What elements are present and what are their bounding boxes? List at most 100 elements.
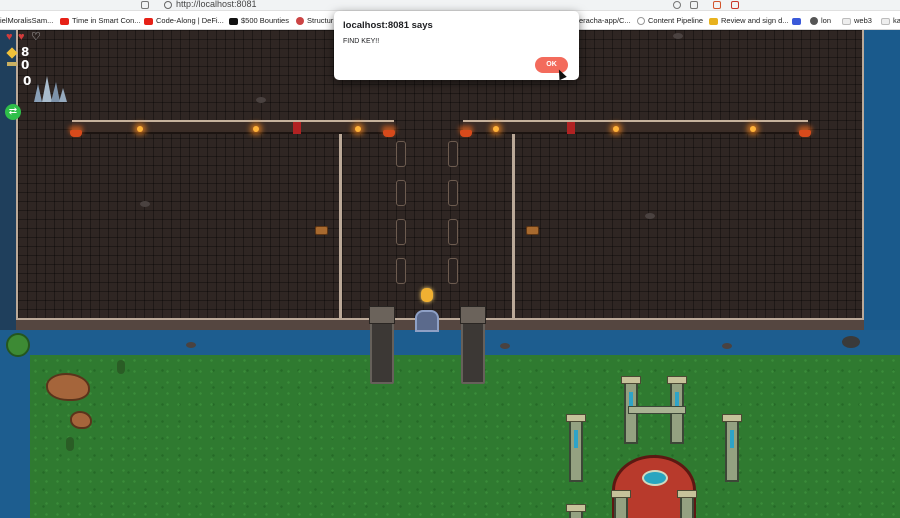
- column-cap: [677, 490, 697, 498]
- dungeon-door[interactable]: [415, 310, 439, 332]
- key-count: 0: [21, 58, 30, 72]
- boulder-icon: [70, 411, 92, 429]
- pillar-icon: [396, 219, 406, 245]
- url-text[interactable]: http://localhost:8081: [176, 0, 257, 9]
- game-canvas[interactable]: ♥ ♥ ♡ 8 0 ⇄ 0: [0, 30, 900, 518]
- bookmark-label: Content Pipeline: [648, 16, 704, 25]
- pillar-icon: [448, 219, 458, 245]
- brazier-icon: [799, 130, 811, 137]
- rock-icon: [645, 213, 655, 219]
- bookmark-item[interactable]: Structur: [296, 15, 333, 27]
- bookmark-label: $500 Bounties: [241, 16, 289, 25]
- search-icon[interactable]: [673, 1, 681, 9]
- bookmark-label: ka: [893, 16, 900, 25]
- dungeon-ledge: [16, 318, 864, 330]
- bookmark-item[interactable]: eracha-app/C...: [579, 15, 631, 27]
- swap-icon[interactable]: ⇄: [5, 104, 21, 120]
- gate-pillar: [460, 306, 486, 384]
- bookmark-label: lon: [821, 16, 832, 25]
- pillar-icon: [396, 258, 406, 284]
- alert-dialog: localhost:8081 says FIND KEY!! OK: [334, 11, 579, 80]
- brazier-icon: [383, 130, 395, 137]
- bookmark-label: Review and sign d...: [721, 16, 789, 25]
- brazier-icon: [460, 130, 472, 137]
- torch-icon: [493, 126, 499, 132]
- rock-icon: [673, 33, 683, 39]
- bookmark-label: Code-Along | DeFi...: [156, 16, 224, 25]
- rock-icon: [500, 343, 510, 349]
- torch-icon: [137, 126, 143, 132]
- ruin-column: [566, 504, 586, 518]
- pillar-icon: [448, 141, 458, 167]
- rock-icon: [186, 342, 196, 348]
- rock-icon: [140, 201, 150, 207]
- folder-icon: [842, 17, 851, 25]
- bookmark-item[interactable]: ielMoralisSam...: [0, 15, 53, 27]
- doc-icon: [637, 17, 645, 26]
- ruin-column: [677, 490, 697, 518]
- rock-icon: [722, 343, 732, 349]
- dungeon-wall: [463, 120, 808, 134]
- column-cap: [722, 414, 742, 422]
- fountain-pool: [642, 470, 668, 486]
- blue-square-icon: [792, 17, 801, 25]
- bookmark-label: eracha-app/C...: [579, 16, 631, 25]
- coin-count: 8: [21, 45, 30, 59]
- column-cap: [667, 376, 687, 384]
- ruin-column: [611, 490, 631, 518]
- bookmark-item[interactable]: Content Pipeline: [637, 15, 703, 27]
- banner-icon: [293, 122, 301, 134]
- column-rune: [574, 430, 578, 448]
- tree-icon: [6, 333, 30, 357]
- site-info-icon[interactable]: [164, 1, 172, 9]
- bookmark-item[interactable]: lon: [810, 15, 831, 27]
- globe-icon: [810, 17, 818, 26]
- heart-full-icon: ♥: [18, 31, 25, 43]
- chest-icon[interactable]: [315, 226, 328, 235]
- gate-pillar-cap: [460, 306, 486, 324]
- chest-icon[interactable]: [526, 226, 539, 235]
- pillar-icon: [396, 180, 406, 206]
- rock-icon: [842, 336, 860, 348]
- torch-icon: [750, 126, 756, 132]
- bookmark-item[interactable]: Code-Along | DeFi...: [144, 15, 224, 27]
- dungeon-wall: [512, 134, 515, 320]
- water-right: [862, 30, 900, 355]
- gate-pillar-cap: [369, 306, 395, 324]
- key-icon: [7, 62, 17, 66]
- extension-icon[interactable]: [713, 1, 721, 9]
- alert-icon[interactable]: [731, 1, 739, 9]
- dialog-message: FIND KEY!!: [343, 38, 380, 45]
- player-character: [421, 288, 433, 302]
- torch-icon: [253, 126, 259, 132]
- rock-icon: [256, 97, 266, 103]
- dialog-title: localhost:8081 says: [343, 20, 433, 31]
- ruin-arch: [628, 406, 686, 414]
- bookmark-item[interactable]: web3: [842, 15, 872, 27]
- ruin-column: [722, 414, 742, 482]
- ruin-column: [566, 414, 586, 482]
- bookmark-label: Structur: [307, 16, 334, 25]
- bookmark-item[interactable]: [792, 15, 804, 27]
- dungeon-wall: [339, 134, 342, 320]
- bookmark-item[interactable]: Review and sign d...: [709, 15, 789, 27]
- bookmark-label: ielMoralisSam...: [0, 16, 54, 25]
- share-icon[interactable]: [690, 1, 698, 9]
- download-icon: [709, 17, 718, 25]
- bookmark-item[interactable]: $500 Bounties: [229, 15, 289, 27]
- bookmark-item[interactable]: ka: [881, 15, 900, 27]
- dungeon-wall: [72, 120, 394, 134]
- bookmark-icon[interactable]: [141, 1, 149, 9]
- water-moat: [0, 330, 900, 356]
- bounty-icon: [229, 17, 238, 25]
- youtube-icon: [144, 17, 153, 25]
- bookmark-item[interactable]: Time in Smart Con...: [60, 15, 141, 27]
- column-cap: [566, 414, 586, 422]
- gate-pillar: [369, 306, 395, 384]
- brazier-icon: [70, 130, 82, 137]
- torch-icon: [613, 126, 619, 132]
- address-bar[interactable]: http://localhost:8081: [0, 0, 900, 11]
- bush-icon: [66, 437, 74, 451]
- pillar-icon: [448, 180, 458, 206]
- column-cap: [566, 504, 586, 512]
